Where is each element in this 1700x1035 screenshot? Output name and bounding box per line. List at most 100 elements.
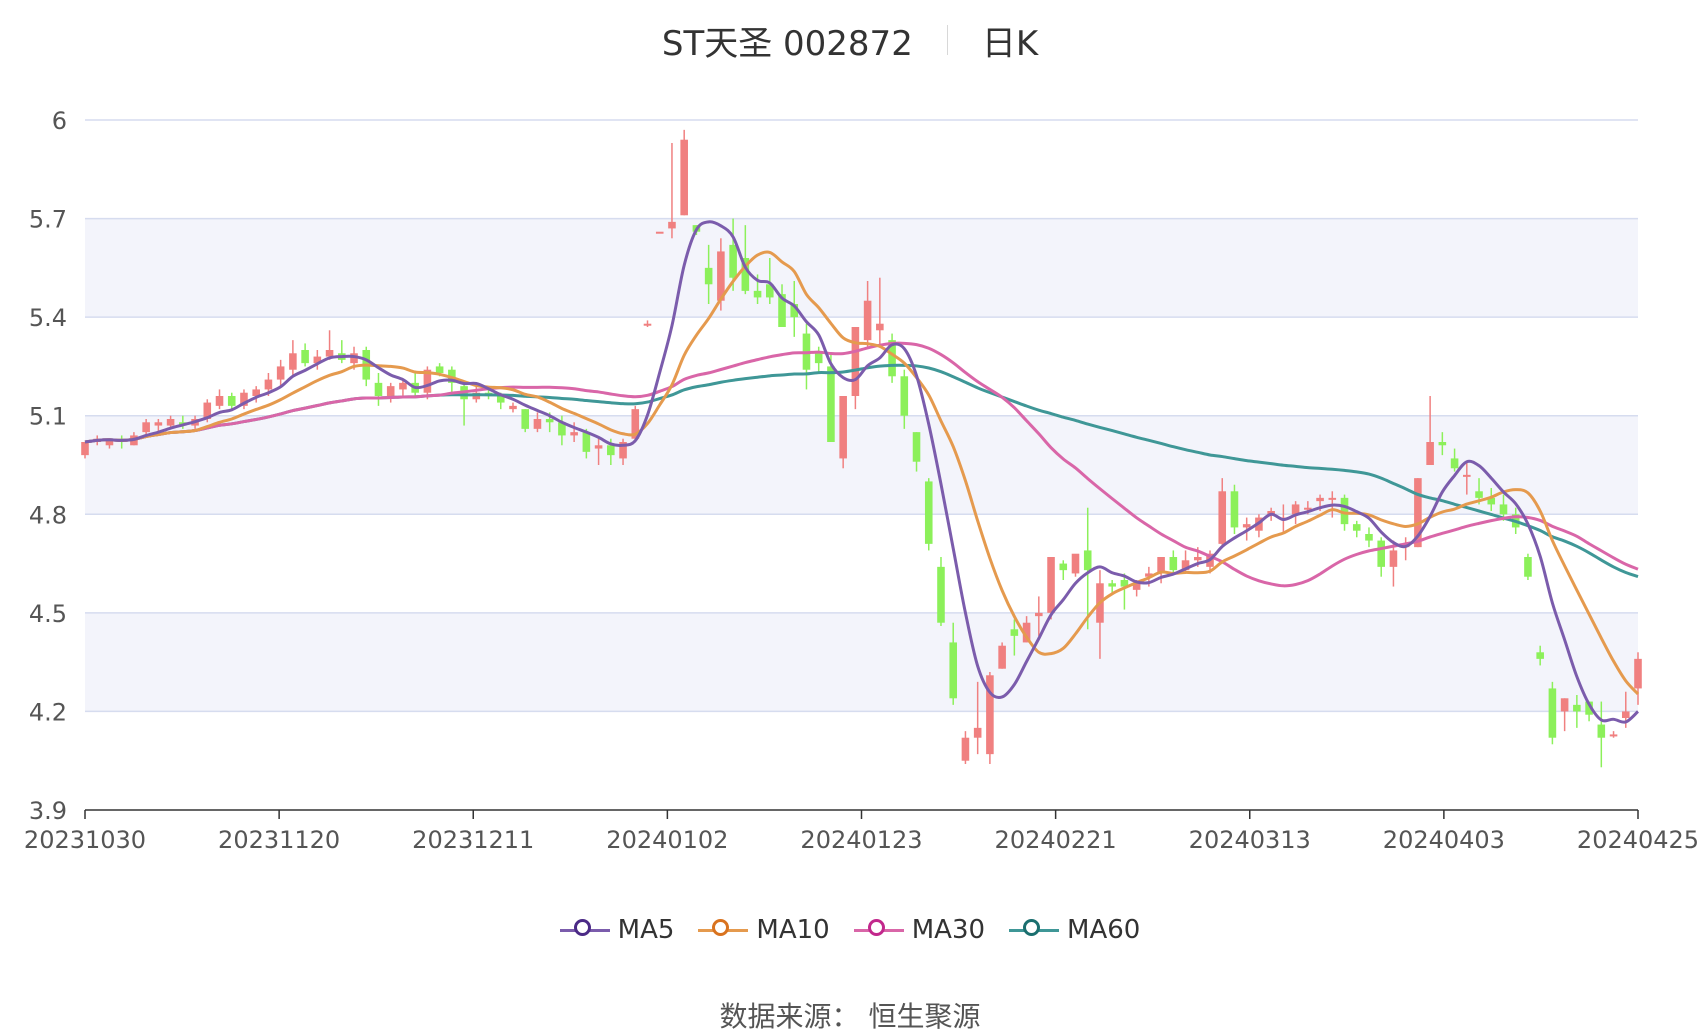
candle-body: [1560, 698, 1569, 712]
x-tick-label: 20240313: [1189, 826, 1311, 854]
candle-body: [289, 353, 297, 370]
y-tick-label: 5.7: [29, 206, 67, 234]
candle-body: [1389, 550, 1398, 567]
x-tick-label: 20240221: [995, 826, 1117, 854]
candle-body: [227, 396, 236, 406]
candle-body: [1573, 704, 1581, 712]
candle-body: [582, 432, 591, 452]
candle-body: [1621, 711, 1630, 718]
legend-dot-ma5: [573, 919, 591, 936]
candle-body: [753, 290, 762, 298]
candle-body: [1499, 504, 1508, 515]
candle-body: [1609, 734, 1618, 737]
candle-body: [1475, 491, 1483, 498]
candle-body: [325, 350, 334, 357]
candle-body: [607, 445, 615, 456]
candle-body: [937, 566, 945, 623]
candle-body: [545, 419, 554, 423]
candle-body: [1230, 491, 1239, 528]
candle-body: [215, 396, 224, 406]
candle-body: [1536, 652, 1544, 659]
candle-body: [851, 327, 860, 396]
y-tick-label: 5.1: [29, 403, 67, 431]
data-source-note: 数据来源： 恒生聚源: [719, 1000, 981, 1033]
candle-body: [1548, 688, 1557, 738]
candle-body: [949, 642, 958, 699]
candle-body: [1450, 458, 1459, 469]
candle-body: [643, 323, 652, 326]
y-tick-label: 4.8: [29, 501, 67, 529]
candle-body: [1108, 583, 1116, 587]
legend-label-ma60: MA60: [1067, 915, 1141, 945]
legend-dot-ma60: [1023, 919, 1041, 936]
candle-body: [839, 396, 847, 459]
legend-swatch-ma5: [559, 918, 610, 942]
y-tick-label: 5.4: [29, 304, 67, 332]
x-tick-label: 20240102: [606, 826, 728, 854]
candle-body: [1438, 442, 1447, 446]
y-tick-label: 4.5: [29, 600, 67, 628]
candle-body: [301, 350, 309, 364]
candle-body: [973, 727, 982, 738]
candle-body: [435, 366, 444, 373]
candle-body: [386, 386, 395, 396]
x-tick-label: 20231030: [24, 826, 146, 854]
candle-body: [142, 422, 150, 433]
candle-body: [1193, 557, 1202, 561]
candle-body: [1634, 658, 1642, 689]
candle-body: [680, 139, 688, 216]
candle-body: [827, 366, 835, 442]
candle-body: [1365, 534, 1373, 541]
candle-body: [81, 442, 89, 456]
candle-body: [594, 445, 603, 449]
candle-body: [570, 432, 578, 436]
candle-body: [704, 267, 713, 285]
candle-body: [1169, 557, 1178, 571]
candle-body: [1047, 557, 1055, 613]
candle-body: [509, 405, 517, 410]
legend-item-ma60[interactable]: MA60: [1009, 915, 1140, 945]
candle-body: [1328, 497, 1337, 500]
candle-body: [1083, 550, 1092, 571]
candle-body: [729, 244, 737, 278]
legend-item-ma10[interactable]: MA10: [698, 915, 830, 945]
legend-label-ma30: MA30: [911, 915, 986, 945]
y-tick-label: 6: [52, 107, 67, 135]
candle-body: [814, 353, 823, 364]
candle-body: [1426, 442, 1434, 465]
candle-body: [863, 300, 872, 341]
legend: MA5 MA10 MA30 MA60: [0, 915, 1700, 945]
legend-label-ma5: MA5: [617, 915, 675, 945]
x-tick-label: 20231211: [412, 826, 534, 854]
candle-body: [166, 419, 175, 426]
legend-swatch-ma10: [698, 918, 749, 942]
candle-body: [924, 481, 933, 544]
candle-body: [1035, 612, 1043, 617]
candle-body: [998, 645, 1006, 669]
candle-body: [912, 432, 921, 462]
grid-band: [85, 218, 1638, 318]
candle-body: [655, 231, 664, 234]
y-tick-label: 3.9: [29, 797, 67, 825]
candle-body: [876, 323, 884, 331]
candle-body: [1463, 474, 1471, 477]
candlestick-chart: 3.9 4.2 4.5 4.8 5.1 5.4 5.7 6 20231030 20231120 20…: [24, 107, 1699, 854]
x-tick-label: 20240123: [800, 826, 922, 854]
candle-body: [154, 422, 163, 426]
candle-body: [521, 409, 530, 429]
legend-dot-ma30: [867, 919, 885, 936]
candle-body: [374, 382, 383, 396]
legend-swatch-ma30: [853, 918, 904, 942]
candle-body: [1059, 563, 1068, 571]
candle-body: [1242, 524, 1251, 528]
legend-dot-ma10: [712, 919, 730, 936]
candle-body: [399, 382, 407, 390]
candle-body: [276, 366, 285, 380]
legend-swatch-ma60: [1009, 918, 1060, 942]
candle-body: [1377, 540, 1385, 567]
candle-body: [1071, 553, 1080, 574]
candle-body: [900, 376, 909, 416]
legend-item-ma30[interactable]: MA30: [853, 915, 986, 945]
grid-band: [85, 612, 1638, 712]
legend-item-ma5[interactable]: MA5: [559, 915, 675, 945]
